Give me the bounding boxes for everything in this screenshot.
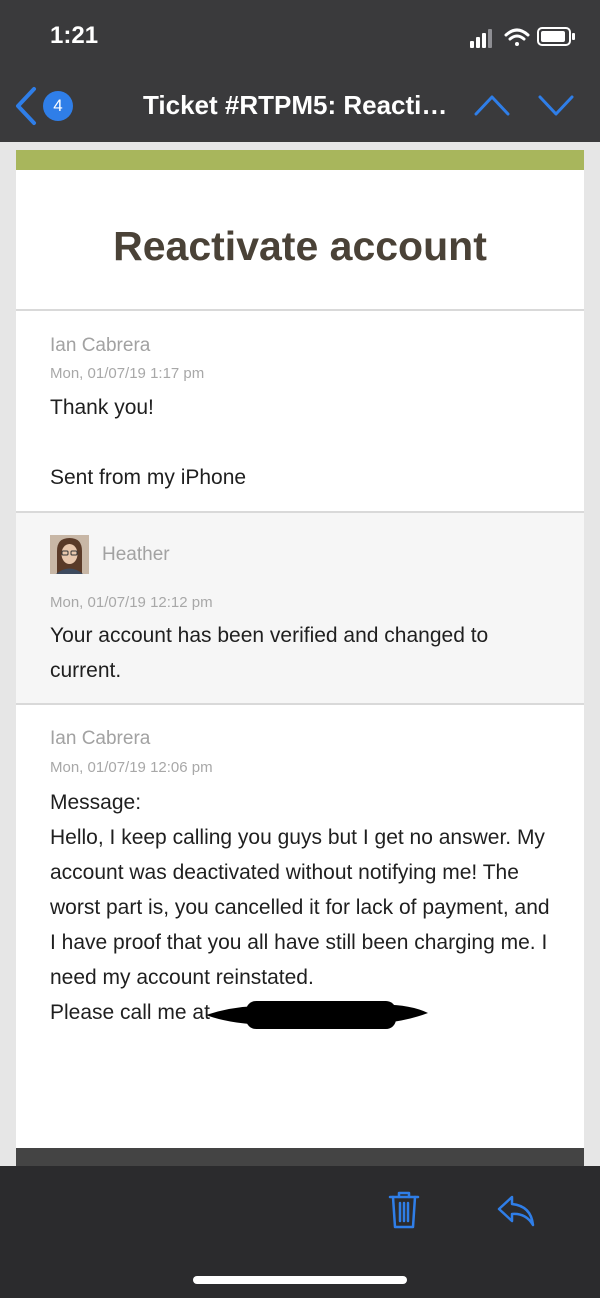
signal-icon — [470, 29, 492, 48]
message-1: Ian Cabrera Mon, 01/07/19 1:17 pm Thank … — [16, 311, 584, 513]
accent-strip — [16, 150, 584, 170]
message-body-label: Message: — [50, 791, 142, 814]
previous-message-icon[interactable] — [474, 92, 510, 118]
message-3: Ian Cabrera Mon, 01/07/19 12:06 pm Messa… — [16, 705, 584, 1155]
status-time: 1:21 — [50, 22, 99, 49]
message-author: Ian Cabrera — [50, 728, 151, 749]
status-icons — [470, 27, 575, 48]
message-date: Mon, 01/07/19 12:06 pm — [50, 759, 213, 776]
email-footer-bar — [16, 1148, 584, 1166]
reply-icon[interactable] — [496, 1194, 536, 1228]
message-body-text: Hello, I keep calling you guys but I get… — [50, 826, 550, 989]
wifi-icon — [504, 28, 530, 46]
email-subject: Reactivate account — [16, 170, 584, 311]
message-author: Heather — [102, 544, 170, 565]
email-content: Reactivate account Ian Cabrera Mon, 01/0… — [16, 150, 584, 1166]
redaction-scribble — [206, 1001, 428, 1029]
message-author: Ian Cabrera — [50, 335, 151, 356]
avatar — [50, 535, 89, 574]
unread-count-badge[interactable]: 4 — [43, 91, 73, 121]
message-2: Heather Mon, 01/07/19 12:12 pm Your acco… — [16, 513, 584, 705]
top-bar: 1:21 4 Ticket #RTPM5: Reactivate account — [0, 0, 600, 142]
trash-icon[interactable] — [388, 1190, 420, 1230]
message-date: Mon, 01/07/19 1:17 pm — [50, 365, 205, 382]
battery-icon — [537, 27, 575, 46]
home-indicator — [193, 1276, 407, 1284]
next-message-icon[interactable] — [538, 92, 574, 118]
message-signature: Sent from my iPhone — [50, 466, 247, 489]
message-body: Thank you! — [50, 396, 154, 419]
message-body: Message: Hello, I keep calling you guys … — [50, 785, 554, 1030]
bottom-toolbar — [0, 1166, 600, 1298]
nav-title: Ticket #RTPM5: Reactivate account — [143, 90, 461, 120]
message-date: Mon, 01/07/19 12:12 pm — [50, 594, 213, 611]
message-body: Your account has been verified and chang… — [50, 624, 489, 682]
back-chevron-icon[interactable] — [12, 86, 38, 126]
